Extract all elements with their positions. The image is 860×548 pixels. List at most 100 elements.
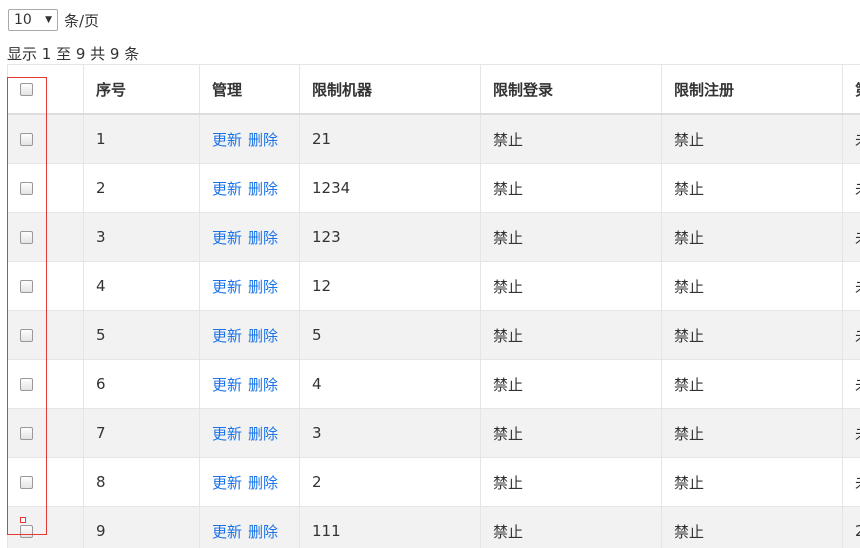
row-limit-register: 禁止 <box>661 506 843 548</box>
row-index: 6 <box>83 359 200 409</box>
row-limit-login: 禁止 <box>480 261 662 311</box>
record-summary: 显示 1 至 9 共 9 条 <box>7 45 140 63</box>
row-select-cell <box>7 359 84 409</box>
row-checkbox[interactable] <box>20 133 33 146</box>
update-link[interactable]: 更新 <box>212 180 242 198</box>
row-limit-machine: 123 <box>299 212 481 262</box>
row-checkbox[interactable] <box>20 182 33 195</box>
row-extra: 未 <box>842 457 860 507</box>
selection-resize-handle[interactable] <box>20 517 26 523</box>
table-row: 4更新删除12禁止禁止未 <box>7 261 860 311</box>
row-checkbox[interactable] <box>20 525 33 538</box>
delete-link[interactable]: 删除 <box>248 523 278 541</box>
row-actions: 更新 删除 <box>199 310 300 360</box>
row-index: 9 <box>83 506 200 548</box>
row-index: 8 <box>83 457 200 507</box>
delete-link[interactable]: 删除 <box>248 425 278 443</box>
table-row: 3更新删除123禁止禁止未 <box>7 212 860 262</box>
row-select-cell <box>7 163 84 213</box>
row-checkbox[interactable] <box>20 378 33 391</box>
row-limit-register: 禁止 <box>661 113 843 164</box>
header-limit-machine[interactable]: 限制机器 <box>299 64 481 115</box>
row-limit-machine: 111 <box>299 506 481 548</box>
row-limit-register: 禁止 <box>661 408 843 458</box>
row-extra: 未 <box>842 359 860 409</box>
row-checkbox[interactable] <box>20 231 33 244</box>
row-actions: 更新 删除 <box>199 359 300 409</box>
delete-link[interactable]: 删除 <box>248 376 278 394</box>
row-extra: 未 <box>842 212 860 262</box>
update-link[interactable]: 更新 <box>212 229 242 247</box>
header-manage[interactable]: 管理 <box>199 64 300 115</box>
row-actions: 更新 删除 <box>199 113 300 164</box>
row-select-cell <box>7 310 84 360</box>
header-row: 序号 管理 限制机器 限制登录 限制注册 第 <box>7 64 860 115</box>
update-link[interactable]: 更新 <box>212 376 242 394</box>
table-row: 7更新删除3禁止禁止未 <box>7 408 860 458</box>
delete-link[interactable]: 删除 <box>248 229 278 247</box>
update-link[interactable]: 更新 <box>212 131 242 149</box>
row-limit-machine: 2 <box>299 457 481 507</box>
delete-link[interactable]: 删除 <box>248 180 278 198</box>
row-extra: 未 <box>842 408 860 458</box>
row-limit-register: 禁止 <box>661 261 843 311</box>
table-row: 5更新删除5禁止禁止未 <box>7 310 860 360</box>
row-checkbox[interactable] <box>20 329 33 342</box>
header-index[interactable]: 序号 <box>83 64 200 115</box>
update-link[interactable]: 更新 <box>212 425 242 443</box>
row-index: 1 <box>83 113 200 164</box>
row-index: 4 <box>83 261 200 311</box>
row-limit-login: 禁止 <box>480 457 662 507</box>
table-body: 1更新删除21禁止禁止未2更新删除1234禁止禁止未3更新删除123禁止禁止未4… <box>7 113 860 548</box>
row-limit-machine: 1234 <box>299 163 481 213</box>
update-link[interactable]: 更新 <box>212 278 242 296</box>
header-select-cell <box>7 64 84 115</box>
row-actions: 更新 删除 <box>199 408 300 458</box>
table-row: 2更新删除1234禁止禁止未 <box>7 163 860 213</box>
row-limit-register: 禁止 <box>661 359 843 409</box>
delete-link[interactable]: 删除 <box>248 278 278 296</box>
caret-down-icon: ▼ <box>45 15 52 25</box>
delete-link[interactable]: 删除 <box>248 327 278 345</box>
update-link[interactable]: 更新 <box>212 523 242 541</box>
row-checkbox[interactable] <box>20 427 33 440</box>
table-row: 6更新删除4禁止禁止未 <box>7 359 860 409</box>
row-limit-machine: 5 <box>299 310 481 360</box>
row-select-cell <box>7 408 84 458</box>
page-size-select[interactable]: 10 ▼ <box>8 9 58 31</box>
table-row: 1更新删除21禁止禁止未 <box>7 113 860 164</box>
row-select-cell <box>7 113 84 164</box>
header-limit-login[interactable]: 限制登录 <box>480 64 662 115</box>
row-index: 5 <box>83 310 200 360</box>
row-checkbox[interactable] <box>20 476 33 489</box>
row-select-cell <box>7 506 84 548</box>
table-row: 8更新删除2禁止禁止未 <box>7 457 860 507</box>
select-all-checkbox[interactable] <box>20 83 33 96</box>
row-limit-register: 禁止 <box>661 457 843 507</box>
header-extra[interactable]: 第 <box>842 64 860 115</box>
row-index: 2 <box>83 163 200 213</box>
update-link[interactable]: 更新 <box>212 474 242 492</box>
row-limit-login: 禁止 <box>480 408 662 458</box>
row-actions: 更新 删除 <box>199 506 300 548</box>
row-index: 7 <box>83 408 200 458</box>
row-actions: 更新 删除 <box>199 212 300 262</box>
row-limit-login: 禁止 <box>480 310 662 360</box>
row-limit-machine: 21 <box>299 113 481 164</box>
row-limit-machine: 4 <box>299 359 481 409</box>
row-actions: 更新 删除 <box>199 457 300 507</box>
delete-link[interactable]: 删除 <box>248 474 278 492</box>
header-limit-register[interactable]: 限制注册 <box>661 64 843 115</box>
row-limit-machine: 12 <box>299 261 481 311</box>
row-limit-machine: 3 <box>299 408 481 458</box>
row-extra: 未 <box>842 163 860 213</box>
row-checkbox[interactable] <box>20 280 33 293</box>
delete-link[interactable]: 删除 <box>248 131 278 149</box>
row-limit-login: 禁止 <box>480 359 662 409</box>
row-extra: 未 <box>842 113 860 164</box>
row-index: 3 <box>83 212 200 262</box>
row-limit-login: 禁止 <box>480 212 662 262</box>
update-link[interactable]: 更新 <box>212 327 242 345</box>
row-limit-login: 禁止 <box>480 506 662 548</box>
per-page-label: 条/页 <box>64 11 100 30</box>
